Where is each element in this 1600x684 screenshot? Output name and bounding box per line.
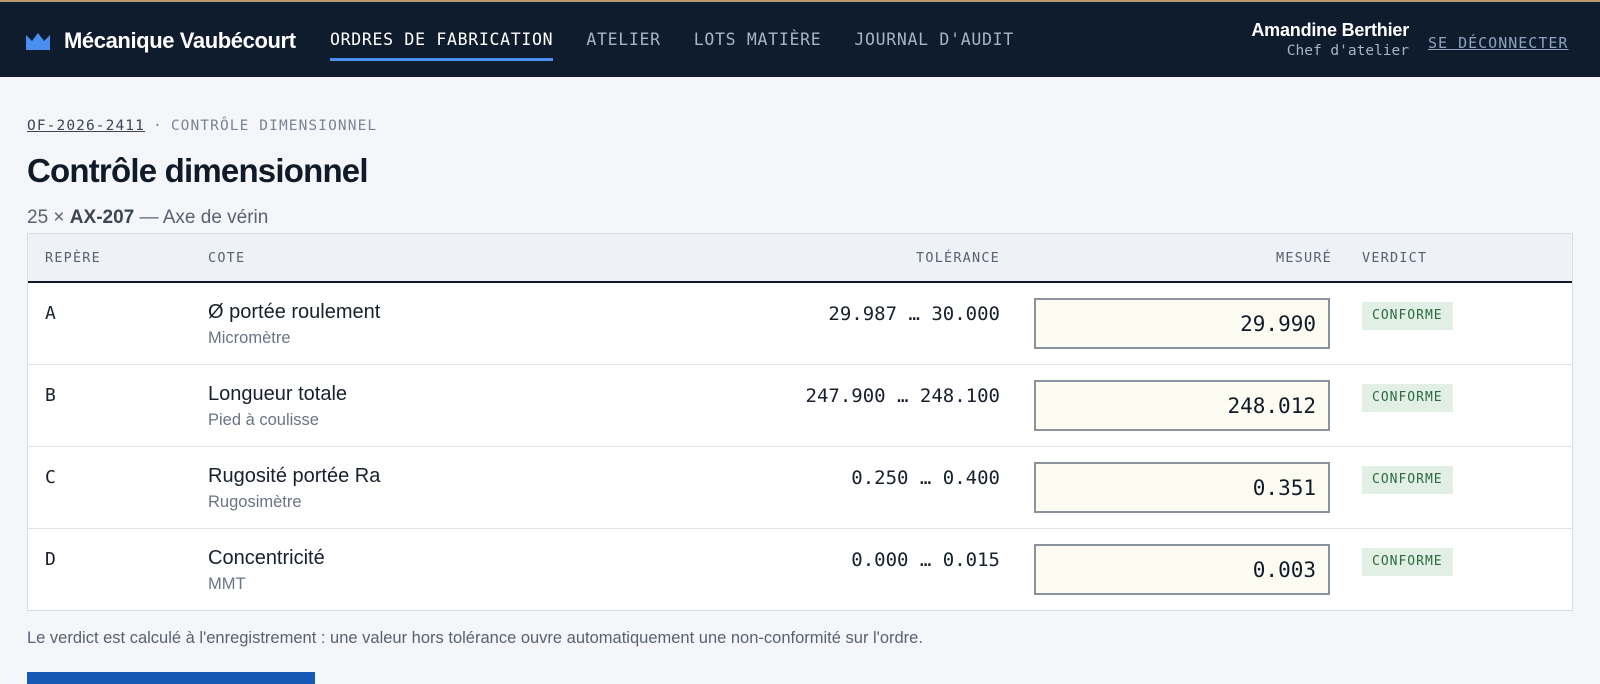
row-instrument: Rugosimètre <box>208 493 302 511</box>
row-instrument: Micromètre <box>208 329 291 347</box>
row-ref: B <box>45 385 56 406</box>
brand-name: Mécanique Vaubécourt <box>64 28 296 53</box>
row-cote-name: Rugosité portée Ra <box>208 465 381 487</box>
measured-value-input[interactable] <box>1034 298 1330 349</box>
column-header-measured: MESURÉ <box>1276 250 1332 266</box>
save-button[interactable] <box>27 672 315 684</box>
table-row: B Longueur totale Pied à coulisse 247.90… <box>28 365 1572 447</box>
row-ref: D <box>45 549 56 570</box>
column-header-tolerance: TOLÉRANCE <box>916 250 1000 266</box>
breadcrumb-separator: · <box>152 118 163 134</box>
part-description: — Axe de vérin <box>139 207 269 228</box>
part-number: AX-207 <box>69 207 135 228</box>
row-tolerance: 0.250 … 0.400 <box>851 467 1000 489</box>
main-nav: ORDRES DE FABRICATION ATELIER LOTS MATIÈ… <box>330 2 1047 77</box>
verdict-note: Le verdict est calculé à l'enregistremen… <box>27 629 923 647</box>
measured-value-input[interactable] <box>1034 544 1330 595</box>
row-tolerance: 0.000 … 0.015 <box>851 549 1000 571</box>
logout-link[interactable]: SE DÉCONNECTER <box>1428 34 1568 52</box>
breadcrumb-current: CONTRÔLE DIMENSIONNEL <box>170 118 378 134</box>
row-ref: C <box>45 467 56 488</box>
table-header: REPÈRE COTE TOLÉRANCE MESURÉ VERDICT <box>28 234 1572 283</box>
part-subtitle: 25 × AX-207 — Axe de vérin <box>27 207 268 229</box>
measurement-table: REPÈRE COTE TOLÉRANCE MESURÉ VERDICT A Ø… <box>27 233 1573 611</box>
user-info: Amandine Berthier Chef d'atelier <box>1251 20 1409 59</box>
breadcrumb-order-link[interactable]: OF-2026-2411 <box>27 118 145 134</box>
row-cote-name: Concentricité <box>208 547 325 569</box>
row-ref: A <box>45 303 56 324</box>
brand[interactable]: Mécanique Vaubécourt <box>26 24 296 58</box>
user-role: Chef d'atelier <box>1286 43 1409 59</box>
nav-lots-matiere[interactable]: LOTS MATIÈRE <box>694 2 822 77</box>
row-instrument: Pied à coulisse <box>208 411 319 429</box>
part-quantity: 25 × <box>27 207 65 228</box>
measured-value-input[interactable] <box>1034 462 1330 513</box>
nav-atelier[interactable]: ATELIER <box>586 2 660 77</box>
row-cote-name: Longueur totale <box>208 383 348 405</box>
row-cote-name: Ø portée roulement <box>208 301 381 323</box>
row-tolerance: 29.987 … 30.000 <box>828 303 1000 325</box>
column-header-ref: REPÈRE <box>45 250 101 266</box>
column-header-cote: COTE <box>208 250 246 266</box>
verdict-badge: CONFORME <box>1362 384 1453 412</box>
crown-logo-icon <box>26 33 50 50</box>
top-bar: Mécanique Vaubécourt ORDRES DE FABRICATI… <box>0 0 1600 77</box>
table-row: D Concentricité MMT 0.000 … 0.015 CONFOR… <box>28 529 1572 611</box>
user-name: Amandine Berthier <box>1251 20 1409 40</box>
verdict-badge: CONFORME <box>1362 302 1453 330</box>
verdict-badge: CONFORME <box>1362 548 1453 576</box>
column-header-verdict: VERDICT <box>1362 250 1428 266</box>
nav-ordres-de-fabrication[interactable]: ORDRES DE FABRICATION <box>330 2 554 77</box>
measured-value-input[interactable] <box>1034 380 1330 431</box>
row-tolerance: 247.900 … 248.100 <box>805 385 1000 407</box>
breadcrumb: OF-2026-2411 · CONTRÔLE DIMENSIONNEL <box>27 118 377 134</box>
page-title: Contrôle dimensionnel <box>27 152 369 189</box>
verdict-badge: CONFORME <box>1362 466 1453 494</box>
row-instrument: MMT <box>208 575 246 593</box>
table-row: C Rugosité portée Ra Rugosimètre 0.250 …… <box>28 447 1572 529</box>
table-row: A Ø portée roulement Micromètre 29.987 …… <box>28 283 1572 365</box>
nav-journal-audit[interactable]: JOURNAL D'AUDIT <box>854 2 1014 77</box>
